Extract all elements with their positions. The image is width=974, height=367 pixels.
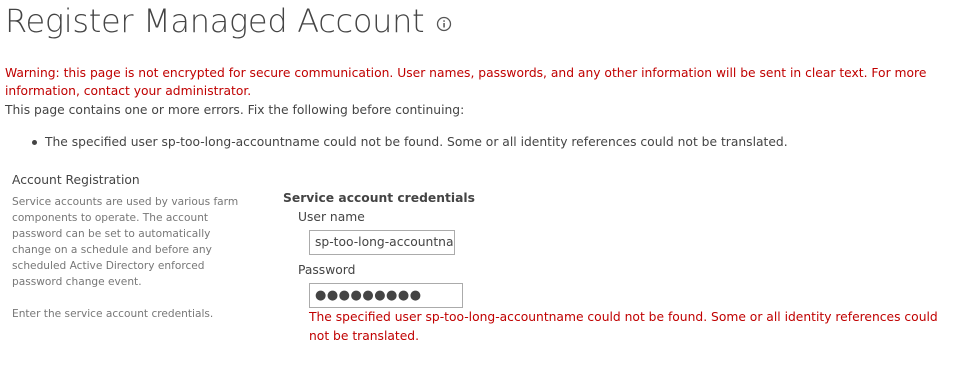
bullet-icon: [32, 140, 37, 145]
register-managed-account-page: Register Managed Account Warning: this p…: [0, 0, 974, 367]
username-error-message: The specified user sp-too-long-accountna…: [309, 310, 938, 343]
username-input[interactable]: sp-too-long-accountname: [309, 230, 455, 255]
password-input[interactable]: ●●●●●●●●●: [309, 283, 463, 308]
password-label: Password: [298, 263, 356, 277]
credentials-group-title: Service account credentials: [283, 191, 475, 205]
section-description: Service accounts are used by various far…: [12, 194, 252, 322]
page-title: Register Managed Account: [5, 2, 425, 40]
section-heading: Account Registration: [12, 173, 140, 187]
encryption-warning: Warning: this page is not encrypted for …: [5, 66, 927, 98]
section-instructions: Enter the service account credentials.: [12, 308, 214, 320]
title-row: Register Managed Account: [5, 0, 452, 42]
error-list: The specified user sp-too-long-accountna…: [30, 133, 788, 151]
username-label: User name: [298, 210, 365, 224]
info-icon[interactable]: [436, 16, 452, 32]
error-list-item: The specified user sp-too-long-accountna…: [30, 133, 788, 151]
error-list-item-text: The specified user sp-too-long-accountna…: [45, 135, 788, 149]
errors-intro: This page contains one or more errors. F…: [5, 103, 465, 117]
section-description-text: Service accounts are used by various far…: [12, 196, 239, 288]
